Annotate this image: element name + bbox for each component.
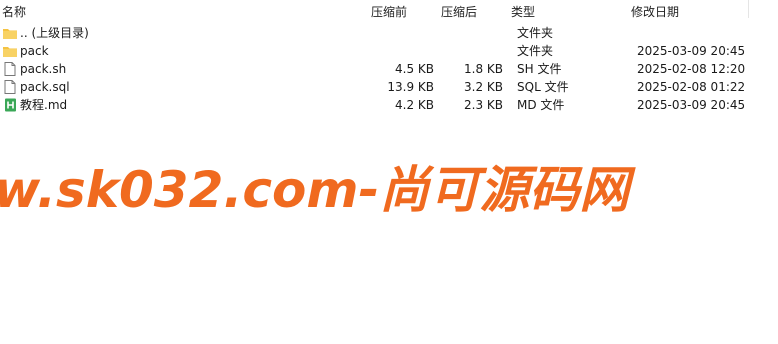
- file-name: 教程.md: [20, 98, 68, 112]
- list-item[interactable]: .. (上级目录) 文件夹: [0, 24, 778, 42]
- file-modified: 2025-03-09 20:45: [637, 44, 746, 58]
- file-name: .. (上级目录): [20, 26, 89, 40]
- folder-up-icon: [2, 25, 18, 41]
- file-type: SH 文件: [517, 62, 562, 76]
- file-name: pack: [20, 44, 49, 58]
- file-type: 文件夹: [517, 44, 554, 58]
- list-item[interactable]: 教程.md 4.2 KB 2.3 KB MD 文件 2025-03-09 20:…: [0, 96, 778, 114]
- file-size-after: 1.8 KB: [464, 62, 503, 76]
- file-modified: 2025-02-08 12:20: [637, 62, 746, 76]
- folder-icon: [2, 43, 18, 59]
- file-type: SQL 文件: [517, 80, 569, 94]
- watermark-text: w.sk032.com-尚可源码网: [0, 161, 630, 219]
- file-list-window: 名称 压缩前 压缩后 类型 修改日期 .. (上级目录) 文件夹 pack 文件…: [0, 0, 778, 344]
- file-type: MD 文件: [517, 98, 565, 112]
- column-after-header[interactable]: 压缩后: [441, 3, 477, 20]
- column-divider[interactable]: [748, 0, 749, 18]
- file-name: pack.sh: [20, 62, 67, 76]
- column-modified-header[interactable]: 修改日期: [631, 3, 679, 20]
- column-name-header[interactable]: 名称: [2, 3, 26, 20]
- list-item[interactable]: pack 文件夹 2025-03-09 20:45: [0, 42, 778, 60]
- file-modified: 2025-02-08 01:22: [637, 80, 746, 94]
- file-size-after: 3.2 KB: [464, 80, 503, 94]
- file-size-before: 13.9 KB: [387, 80, 434, 94]
- column-before-header[interactable]: 压缩前: [371, 3, 407, 20]
- column-header: 名称 压缩前 压缩后 类型 修改日期: [0, 0, 778, 22]
- file-modified: 2025-03-09 20:45: [637, 98, 746, 112]
- column-type-header[interactable]: 类型: [511, 3, 535, 20]
- file-type: 文件夹: [517, 26, 554, 40]
- file-list: .. (上级目录) 文件夹 pack 文件夹 2025-03-09 20:45: [0, 24, 778, 114]
- list-item[interactable]: pack.sql 13.9 KB 3.2 KB SQL 文件 2025-02-0…: [0, 78, 778, 96]
- file-size-before: 4.5 KB: [395, 62, 434, 76]
- file-name: pack.sql: [20, 80, 70, 94]
- list-item[interactable]: pack.sh 4.5 KB 1.8 KB SH 文件 2025-02-08 1…: [0, 60, 778, 78]
- file-icon: [2, 61, 18, 77]
- markdown-file-icon: [2, 97, 18, 113]
- file-icon: [2, 79, 18, 95]
- file-size-after: 2.3 KB: [464, 98, 503, 112]
- file-size-before: 4.2 KB: [395, 98, 434, 112]
